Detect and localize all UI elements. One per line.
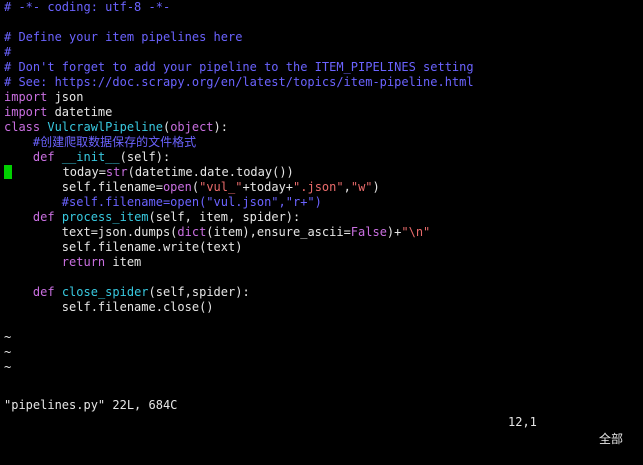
text-cursor bbox=[4, 165, 12, 179]
code-token: self.filename.close() bbox=[4, 300, 214, 314]
code-line[interactable]: import json bbox=[0, 90, 643, 105]
code-token: str bbox=[105, 165, 128, 179]
code-token: # See: https://doc.scrapy.org/en/latest/… bbox=[4, 75, 474, 89]
code-token: (self, item, spider): bbox=[148, 210, 301, 224]
code-token: ) bbox=[372, 180, 380, 194]
code-token: return bbox=[61, 255, 106, 269]
code-token: "vul_" bbox=[199, 180, 243, 194]
code-token: self.filename.write(text) bbox=[4, 240, 243, 254]
code-token: open bbox=[162, 180, 192, 194]
code-token: #创建爬取数据保存的文件格式 bbox=[4, 135, 197, 149]
vim-editor-buffer[interactable]: # -*- coding: utf-8 -*- # Define your ite… bbox=[0, 0, 643, 375]
code-token: ( bbox=[191, 180, 200, 194]
code-line[interactable]: # Don't forget to add your pipeline to t… bbox=[0, 60, 643, 75]
empty-line-marker: ~ bbox=[4, 330, 12, 344]
code-token: import bbox=[4, 105, 48, 119]
code-token: +today+ bbox=[242, 180, 294, 194]
code-token: (self): bbox=[119, 150, 171, 164]
code-line[interactable] bbox=[0, 315, 643, 330]
code-token: # -*- coding: utf-8 -*- bbox=[4, 0, 171, 14]
code-token: object bbox=[170, 120, 214, 134]
terminal-window[interactable]: # -*- coding: utf-8 -*- # Define your ite… bbox=[0, 0, 643, 446]
code-line[interactable]: # -*- coding: utf-8 -*- bbox=[0, 0, 643, 15]
code-line[interactable]: today=str(datetime.date.today()) bbox=[0, 165, 643, 180]
code-line[interactable]: ~ bbox=[0, 360, 643, 375]
code-line[interactable]: # bbox=[0, 45, 643, 60]
code-line[interactable] bbox=[0, 270, 643, 285]
code-token: class bbox=[4, 120, 41, 134]
code-line[interactable]: ~ bbox=[0, 330, 643, 345]
code-token: today= bbox=[12, 165, 106, 179]
code-token: (self,spider): bbox=[148, 285, 250, 299]
code-line[interactable]: def process_item(self, item, spider): bbox=[0, 210, 643, 225]
code-line[interactable]: import datetime bbox=[0, 105, 643, 120]
code-token: def bbox=[32, 210, 55, 224]
code-token: json bbox=[47, 90, 84, 104]
code-token: datetime bbox=[47, 105, 113, 119]
code-token: __init__ bbox=[61, 150, 120, 164]
code-token: process_item bbox=[61, 210, 149, 224]
vim-status-line: "pipelines.py" 22L, 684C 12,1 全部 bbox=[0, 380, 643, 446]
code-token: "w" bbox=[350, 180, 373, 194]
code-token: close_spider bbox=[61, 285, 149, 299]
code-token: # Don't forget to add your pipeline to t… bbox=[4, 60, 474, 74]
code-token: )+ bbox=[386, 225, 402, 239]
status-cursor-position: 12,1 bbox=[508, 415, 537, 429]
code-token: # Define your item pipelines here bbox=[4, 30, 243, 44]
code-token: ".json" bbox=[293, 180, 344, 194]
code-token: self.filename= bbox=[4, 180, 163, 194]
code-line[interactable]: class VulcrawlPipeline(object): bbox=[0, 120, 643, 135]
code-line[interactable]: self.filename=open("vul_"+today+".json",… bbox=[0, 180, 643, 195]
code-line[interactable]: def close_spider(self,spider): bbox=[0, 285, 643, 300]
code-line[interactable] bbox=[0, 15, 643, 30]
code-line[interactable]: text=json.dumps(dict(item),ensure_ascii=… bbox=[0, 225, 643, 240]
code-token: def bbox=[32, 285, 55, 299]
code-token: "\n" bbox=[401, 225, 431, 239]
code-line[interactable]: return item bbox=[0, 255, 643, 270]
code-token: #self.filename=open("vul.json","r+") bbox=[4, 195, 322, 209]
empty-line-marker: ~ bbox=[4, 360, 12, 374]
code-line[interactable]: # Define your item pipelines here bbox=[0, 30, 643, 45]
code-token: ): bbox=[213, 120, 228, 134]
code-line[interactable]: def __init__(self): bbox=[0, 150, 643, 165]
code-token: text=json.dumps( bbox=[4, 225, 178, 239]
code-line[interactable]: #创建爬取数据保存的文件格式 bbox=[0, 135, 643, 150]
code-line[interactable]: self.filename.close() bbox=[0, 300, 643, 315]
code-token: # bbox=[4, 45, 12, 59]
code-line[interactable]: #self.filename=open("vul.json","r+") bbox=[0, 195, 643, 210]
code-token: (item),ensure_ascii= bbox=[206, 225, 351, 239]
code-token: (datetime.date.today()) bbox=[127, 165, 294, 179]
code-token: dict bbox=[177, 225, 207, 239]
code-token: False bbox=[350, 225, 387, 239]
code-token: VulcrawlPipeline bbox=[47, 120, 163, 134]
code-token: import bbox=[4, 90, 48, 104]
empty-line-marker: ~ bbox=[4, 345, 12, 359]
code-token: def bbox=[32, 150, 55, 164]
code-line[interactable]: ~ bbox=[0, 345, 643, 360]
code-token: item bbox=[105, 255, 142, 269]
code-token: , bbox=[343, 180, 351, 194]
code-line[interactable]: self.filename.write(text) bbox=[0, 240, 643, 255]
code-line[interactable]: # See: https://doc.scrapy.org/en/latest/… bbox=[0, 75, 643, 90]
status-scroll-indicator: 全部 bbox=[599, 432, 624, 446]
